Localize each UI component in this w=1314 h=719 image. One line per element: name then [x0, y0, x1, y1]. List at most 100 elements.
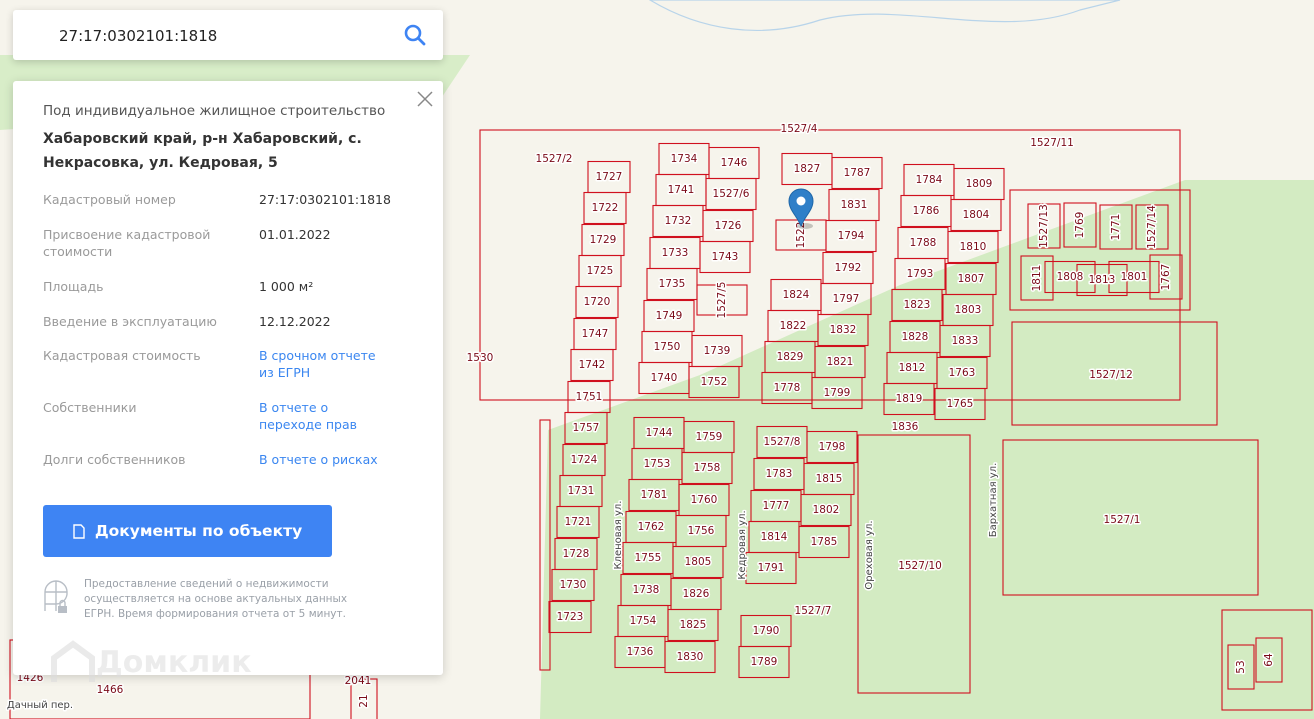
- parcel-label: 1755: [635, 552, 662, 564]
- parcel-label: 1769: [1074, 212, 1086, 239]
- street-label: Кленовая ул.: [613, 500, 624, 569]
- parcel-label: 1824: [783, 289, 810, 301]
- parcel-label: 1739: [704, 345, 731, 357]
- parcel-label: 1726: [715, 220, 742, 232]
- parcel-label: 1762: [638, 521, 665, 533]
- parcel-label: 1729: [590, 234, 617, 246]
- parcel-label: 1793: [907, 268, 934, 280]
- parcel-label: 1720: [584, 296, 611, 308]
- parcel-label: 1788: [910, 237, 937, 249]
- parcel-label: 1723: [557, 611, 584, 623]
- ownership-report-link[interactable]: В отчете о переходе прав: [259, 399, 379, 433]
- parcel-label: 1744: [646, 427, 673, 439]
- row-label: Кадастровая стоимость: [43, 348, 201, 363]
- parcel-label: 1721: [565, 516, 592, 528]
- row-label: Введение в эксплуатацию: [43, 314, 217, 329]
- documents-button-label: Документы по объекту: [94, 522, 303, 540]
- parcel-label: 1752: [701, 376, 728, 388]
- parcel-label: 1736: [627, 646, 654, 658]
- parcel-label: 1730: [560, 579, 587, 591]
- domclick-logo-icon: [51, 640, 95, 682]
- parcel-label: 1747: [582, 328, 609, 340]
- document-icon: [73, 523, 85, 539]
- parcel-label: 1735: [659, 278, 686, 290]
- parcel-label: 1822: [780, 320, 807, 332]
- close-icon[interactable]: [415, 89, 435, 109]
- parcel-info-panel: Под индивидуальное жилищное строительств…: [13, 81, 443, 675]
- parcel-label: 1466: [97, 684, 124, 696]
- parcel-label: 1804: [963, 209, 990, 221]
- row-label: Кадастровый номер: [43, 192, 176, 207]
- parcel-address: Хабаровский край, р-н Хабаровский, с. Не…: [43, 131, 362, 171]
- parcel-label: 1815: [816, 473, 843, 485]
- parcel-label: 1746: [721, 157, 748, 169]
- watermark-text: Домклик: [96, 644, 252, 680]
- parcel-label: 1812: [899, 362, 926, 374]
- parcel-label: 1754: [630, 615, 657, 627]
- parcel-label: 1527/5: [716, 282, 728, 319]
- domclick-watermark: Домклик: [50, 640, 252, 684]
- parcel-label: 1725: [587, 265, 614, 277]
- parcel-label: 1781: [641, 489, 668, 501]
- parcel-label: 1751: [576, 391, 603, 403]
- parcel-label: 2041: [345, 675, 372, 687]
- search-input[interactable]: [57, 10, 391, 62]
- parcel-label: 1753: [644, 458, 671, 470]
- green-area: [1180, 560, 1314, 719]
- parcel-label: 1742: [579, 359, 606, 371]
- parcel-label: 1722: [592, 202, 619, 214]
- parcel-label: 1527/8: [764, 436, 801, 448]
- risk-report-link[interactable]: В отчете о рисках: [259, 451, 429, 468]
- parcel-label: 53: [1235, 660, 1247, 673]
- parcel-label: 1813: [1089, 274, 1116, 286]
- parcel-label: 1805: [685, 556, 712, 568]
- parcel-label: 1797: [833, 293, 860, 305]
- parcel-label: 1778: [774, 382, 801, 394]
- parcel-label: 1527/14: [1146, 205, 1158, 249]
- parcel-label: 1527/11: [1030, 137, 1074, 149]
- parcel-label: 21: [358, 694, 370, 707]
- parcel-label: 1784: [916, 174, 943, 186]
- parcel-label: 1829: [777, 351, 804, 363]
- urgent-report-link[interactable]: В срочном отчете из ЕГРН: [259, 347, 384, 381]
- parcel-label: 1783: [766, 468, 793, 480]
- parcel-label: 1741: [668, 184, 695, 196]
- parcel-label: 1808: [1057, 271, 1084, 283]
- parcel-label: 1740: [651, 372, 678, 384]
- parcel-label: 1785: [811, 536, 838, 548]
- map-pin-icon[interactable]: [788, 188, 814, 229]
- street-label: Бархатная ул.: [988, 463, 999, 538]
- parcel-label: 1527/12: [1089, 369, 1133, 381]
- row-value: 01.01.2022: [259, 227, 331, 242]
- parcel-label: 1530: [467, 352, 494, 364]
- parcel-label: 1803: [955, 304, 982, 316]
- parcel-label: 1798: [819, 441, 846, 453]
- row-label: Присвоение кадастровой стоимости: [43, 227, 211, 259]
- row-label: Собственники: [43, 400, 137, 415]
- parcel-label: 1823: [904, 299, 931, 311]
- documents-button[interactable]: Документы по объекту: [43, 505, 332, 557]
- parcel-label: 1833: [952, 335, 979, 347]
- parcel-label: 1738: [633, 584, 660, 596]
- parcel-label: 1750: [654, 341, 681, 353]
- street-label: Кедровая ул.: [737, 510, 748, 579]
- parcel-label: 1786: [913, 205, 940, 217]
- search-icon[interactable]: [403, 23, 427, 47]
- search-bar: [13, 10, 443, 62]
- parcel-purpose: Под индивидуальное жилищное строительств…: [43, 103, 386, 119]
- parcel-label: 1527/4: [781, 123, 818, 135]
- parcel-label: 1807: [958, 273, 985, 285]
- parcel-label: 1767: [1160, 264, 1172, 291]
- parcel-label: 1830: [677, 651, 704, 663]
- parcel-label: 1789: [751, 656, 778, 668]
- parcel-label: 1765: [947, 398, 974, 410]
- parcel-label: 1828: [902, 331, 929, 343]
- parcel-label: 1763: [949, 367, 976, 379]
- parcel-label: 1724: [571, 454, 598, 466]
- parcel-label: 1802: [813, 504, 840, 516]
- parcel-label: 1777: [763, 500, 790, 512]
- parcel-label: 1731: [568, 485, 595, 497]
- parcel-label: 1801: [1121, 271, 1148, 283]
- street-label: Дачный пер.: [7, 700, 73, 711]
- parcel-label: 1527/13: [1038, 204, 1050, 248]
